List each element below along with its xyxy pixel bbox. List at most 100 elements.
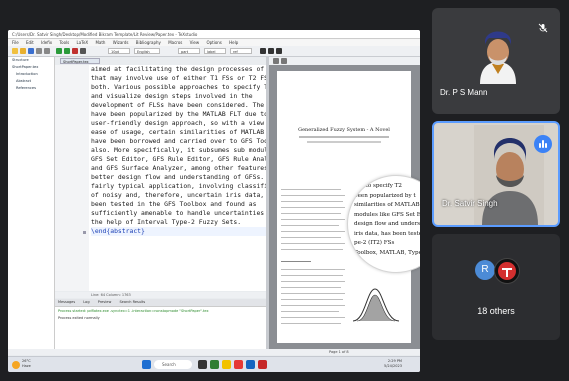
fit-page-icon[interactable] (281, 58, 287, 64)
ref-select[interactable]: ref (230, 48, 252, 54)
process-started-message: Process started: pdflatex.exe -synctex=1… (58, 309, 209, 313)
stop-icon[interactable] (72, 48, 78, 54)
menu-options[interactable]: Options (206, 40, 221, 45)
speaking-indicator-icon (534, 135, 552, 153)
avatar-logo (494, 258, 520, 284)
toolbar: 10pt English part label ref (8, 46, 420, 57)
tab-log[interactable]: Log (83, 300, 89, 304)
participant-tile-satvir[interactable]: Dr. Satvir Singh (432, 121, 560, 227)
participant-video (480, 31, 516, 84)
menu-math[interactable]: Math (95, 40, 105, 45)
code-line: user-friendly design approach, so with a… (91, 119, 295, 127)
new-file-icon[interactable] (12, 48, 18, 54)
menu-file[interactable]: File (12, 40, 19, 45)
text-line (281, 219, 345, 221)
taskbar-search[interactable]: Search (154, 360, 192, 369)
font-select[interactable]: English (134, 48, 160, 54)
code-text[interactable]: aimed at facilitating the design process… (91, 65, 295, 291)
mic-off-icon (538, 18, 548, 33)
status-bar (8, 349, 269, 355)
tab-messages[interactable]: Messages (58, 300, 75, 304)
code-line: have been borrowed and carried over to G… (91, 137, 284, 145)
text-line (281, 311, 339, 313)
process-exited-message: Process exited normally (58, 316, 100, 320)
mag-line: ans to specify T2 (354, 183, 402, 189)
avatar: R (475, 260, 495, 280)
menu-edit[interactable]: Edit (26, 40, 34, 45)
menu-idefix[interactable]: Idefix (41, 40, 52, 45)
code-line: aimed at facilitating the design process… (91, 65, 284, 73)
fold-marker-icon[interactable] (83, 231, 86, 234)
redo-icon[interactable] (44, 48, 50, 54)
others-tile[interactable]: R 18 others (432, 234, 560, 340)
menu-help[interactable]: Help (229, 40, 238, 45)
text-line (281, 189, 341, 191)
pdf-viewer[interactable]: Generalized Fuzzy System - A Novel ans t… (269, 65, 420, 349)
part-select[interactable]: part (178, 48, 200, 54)
view-pdf-icon[interactable] (80, 48, 86, 54)
texstudio-icon[interactable] (210, 360, 219, 369)
font-size-select[interactable]: 10pt (108, 48, 130, 54)
text-line (281, 275, 343, 277)
code-line: that may involve use of either T1 FSs or… (91, 74, 284, 82)
save-icon[interactable] (28, 48, 34, 54)
bold-icon[interactable] (260, 48, 266, 54)
text-line (281, 249, 343, 251)
compile-icon[interactable] (64, 48, 70, 54)
code-line: and GFS Surface Analyzer, among other fe… (91, 164, 288, 172)
menu-view[interactable]: View (190, 40, 200, 45)
mag-line: modules like GFS Set Editor, GFS (354, 211, 420, 218)
participant-video (474, 125, 544, 225)
tab-search-results[interactable]: Search Results (119, 300, 145, 304)
participant-name: Dr. P S Mann (440, 88, 488, 97)
sidebar-item-introduction[interactable]: Introduction (8, 71, 54, 78)
sidebar-item-abstract[interactable]: Abstract (8, 78, 54, 85)
menu-macros[interactable]: Macros (168, 40, 182, 45)
author-line (299, 136, 389, 138)
others-count: 18 others (477, 306, 515, 316)
word-icon[interactable] (246, 360, 255, 369)
sidebar-item-file[interactable]: ShortPaper.tex (8, 64, 54, 71)
task-view-icon[interactable] (198, 360, 207, 369)
open-file-icon[interactable] (20, 48, 26, 54)
weather-widget[interactable]: 26°C Haze (22, 359, 31, 369)
start-icon[interactable] (142, 360, 151, 369)
membership-function-plot (352, 288, 400, 322)
acrobat-icon[interactable] (258, 360, 267, 369)
italic-icon[interactable] (268, 48, 274, 54)
menu-bibliography[interactable]: Bibliography (136, 40, 161, 45)
mag-line: been popularized by t (354, 192, 416, 199)
code-line: sufficiently amenable to handle uncertai… (91, 209, 284, 217)
menu-wizards[interactable]: Wizards (113, 40, 129, 45)
text-line (281, 225, 339, 227)
participant-tile-mann[interactable]: Dr. P S Mann (432, 8, 560, 114)
code-line: ease of usage, certain similarities of M… (91, 128, 280, 136)
text-line (281, 195, 345, 197)
sidebar-item-references[interactable]: References (8, 85, 54, 92)
file-explorer-icon[interactable] (222, 360, 231, 369)
code-line: better design flow and understanding of … (91, 173, 272, 181)
undo-icon[interactable] (36, 48, 42, 54)
system-clock[interactable]: 2:29 PM 5/24/2023 (384, 359, 402, 369)
code-line: have been popularized by the MATLAB FLT … (91, 110, 284, 118)
chrome-icon[interactable] (234, 360, 243, 369)
text-line (281, 305, 345, 307)
build-icon[interactable] (56, 48, 62, 54)
weather-icon[interactable] (12, 361, 20, 369)
code-line: fairly typical application, involving cl… (91, 182, 292, 190)
underline-icon[interactable] (276, 48, 282, 54)
menu-tools[interactable]: Tools (59, 40, 69, 45)
text-line (281, 281, 345, 283)
label-select[interactable]: label (204, 48, 226, 54)
editor-tab[interactable]: ShortPaper.tex (60, 58, 100, 64)
pdf-page-status: Page 1 of 8 (269, 349, 420, 355)
code-line: the help of Interval Type-2 Fuzzy Sets. (91, 218, 242, 226)
text-line (281, 243, 345, 245)
participant-name: Dr. Satvir Singh (442, 199, 498, 208)
tab-preview[interactable]: Preview (98, 300, 112, 304)
menu-latex[interactable]: LaTeX (77, 40, 89, 45)
text-line (281, 231, 345, 233)
zoom-icon[interactable] (273, 58, 279, 64)
line-gutter (55, 65, 89, 291)
code-editor[interactable]: aimed at facilitating the design process… (55, 65, 295, 291)
